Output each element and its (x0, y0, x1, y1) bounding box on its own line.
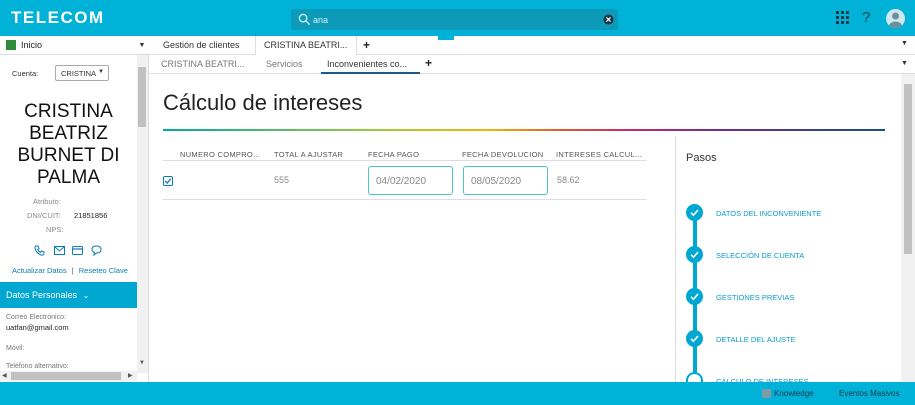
check-circle-icon (686, 204, 703, 221)
scroll-left-icon[interactable]: ◀ (2, 372, 7, 379)
scroll-down-icon[interactable]: ▼ (139, 360, 145, 366)
col-numero[interactable]: NUMERO COMPRO... (180, 150, 260, 159)
top-bar: TELECOM ? (0, 0, 915, 36)
eventos-masivos-button[interactable]: Eventos Masivos (839, 389, 899, 398)
workspace-tabs: Gestión de clientes CRISTINA BEATRI... +… (149, 36, 915, 55)
telecom-logo[interactable]: TELECOM (11, 8, 105, 28)
telefono-label: Teléfono alternativo: (6, 363, 69, 370)
table-row: 555 04/02/2020 08/05/2020 58.62 (163, 162, 647, 200)
scroll-right-icon[interactable]: ▶ (128, 372, 133, 379)
row-checkbox[interactable] (163, 176, 173, 186)
card-icon[interactable] (72, 246, 83, 255)
scrollbar-thumb[interactable] (138, 67, 146, 127)
total-value: 555 (274, 175, 290, 185)
fecha-devolucion-input[interactable]: 08/05/2020 (463, 166, 548, 195)
client-links: Actualizar Datos | Reseteo Clave (12, 266, 128, 275)
atributo-label: Atributo: (33, 197, 61, 206)
help-icon[interactable]: ? (862, 9, 870, 26)
home-label[interactable]: Inicio (21, 40, 42, 50)
cuenta-select[interactable]: CRISTINA ▼ (55, 65, 109, 81)
nav-menu-chevron-icon[interactable]: ▼ (135, 36, 149, 55)
col-fecha-pago[interactable]: FECHA PAGO (368, 150, 419, 159)
dni-label: DNI/CUIT: (27, 211, 61, 220)
contact-actions (34, 245, 114, 257)
global-search[interactable] (291, 9, 618, 30)
main-content: Cálculo de intereses NUMERO COMPRO... TO… (149, 74, 901, 402)
reset-password-link[interactable]: Reseteo Clave (79, 266, 128, 275)
cuenta-value: CRISTINA (61, 69, 97, 78)
tab-gestion-clientes[interactable]: Gestión de clientes (155, 36, 248, 55)
steps-title: Pasos (686, 152, 717, 164)
chat-icon[interactable] (91, 245, 102, 256)
add-subtab-icon[interactable]: + (425, 56, 432, 70)
dni-value: 21851856 (74, 211, 108, 220)
subtab-servicios[interactable]: Servicios (260, 55, 309, 74)
step-label: DETALLE DEL AJUSTE (716, 335, 796, 344)
check-circle-icon (686, 288, 703, 305)
clear-icon[interactable] (603, 14, 614, 25)
check-circle-icon (686, 330, 703, 347)
add-tab-icon[interactable]: + (363, 38, 370, 52)
knowledge-button[interactable]: Knowledge (774, 389, 814, 398)
client-panel: Cuenta: CRISTINA ▼ CRISTINA BEATRIZ BURN… (0, 55, 149, 382)
home-nav[interactable]: Inicio (0, 36, 149, 55)
table-header: NUMERO COMPRO... TOTAL A AJUSTAR FECHA P… (163, 149, 647, 161)
subtab-cliente[interactable]: CRISTINA BEATRI... (155, 55, 250, 74)
chevron-down-icon: ▼ (98, 69, 104, 75)
knowledge-icon (762, 389, 771, 398)
step-label: SELECCIÓN DE CUENTA (716, 251, 805, 260)
page-title: Cálculo de intereses (163, 90, 363, 115)
left-panel-hscrollbar[interactable]: ◀ ▶ (0, 371, 137, 381)
movil-label: Móvil: (6, 345, 25, 352)
chevron-down-icon: ⌄ (82, 291, 90, 300)
personal-data-section[interactable]: Datos Personales ⌄ (0, 282, 137, 308)
email-value: uatfan@gmail.com (6, 323, 69, 332)
col-total[interactable]: TOTAL A AJUSTAR (274, 150, 343, 159)
nps-label: NPS: (46, 225, 64, 234)
left-panel-scrollbar[interactable]: ▼ (137, 55, 148, 373)
intereses-value: 58.62 (557, 175, 580, 185)
step-label: GESTIONES PREVIAS (716, 293, 795, 302)
user-avatar-icon[interactable] (886, 9, 905, 28)
utility-bar: Knowledge Eventos Masivos (0, 382, 915, 405)
main-scrollbar[interactable] (901, 74, 915, 382)
phone-icon[interactable] (34, 245, 45, 256)
subtab-inconvenientes[interactable]: Inconvenientes co... (321, 55, 420, 74)
search-input[interactable] (313, 11, 593, 28)
home-icon (6, 40, 16, 50)
email-label: Correo Electrónico: (6, 314, 66, 321)
tabs-overflow-chevron-icon[interactable]: ▼ (901, 40, 908, 47)
col-fecha-devolucion[interactable]: FECHA DEVOLUCION (462, 150, 543, 159)
client-name: CRISTINA BEATRIZ BURNET DI PALMA (17, 101, 120, 188)
cuenta-label: Cuenta: (12, 69, 39, 78)
check-circle-icon (686, 246, 703, 263)
title-divider (163, 129, 885, 131)
drag-handle (438, 36, 454, 40)
col-intereses[interactable]: INTERESES CALCUL... (556, 150, 642, 159)
steps-panel: Pasos DATOS DEL INCONVENIENTE SELECCIÓN … (675, 136, 901, 402)
update-data-link[interactable]: Actualizar Datos (12, 266, 67, 275)
app-launcher-icon[interactable] (836, 11, 849, 24)
email-icon[interactable] (54, 246, 65, 255)
check-icon (164, 178, 172, 184)
section-title: Datos Personales (6, 290, 78, 300)
link-separator: | (71, 266, 74, 275)
subtabs: CRISTINA BEATRI... Servicios Inconvenien… (149, 55, 915, 74)
search-icon (298, 13, 311, 26)
scrollbar-thumb[interactable] (904, 84, 912, 254)
fecha-pago-input[interactable]: 04/02/2020 (368, 166, 453, 195)
step-label: DATOS DEL INCONVENIENTE (716, 209, 822, 218)
subtabs-overflow-chevron-icon[interactable]: ▼ (901, 60, 908, 67)
hscrollbar-thumb[interactable] (11, 372, 121, 380)
tab-cliente[interactable]: CRISTINA BEATRI... (255, 36, 357, 55)
